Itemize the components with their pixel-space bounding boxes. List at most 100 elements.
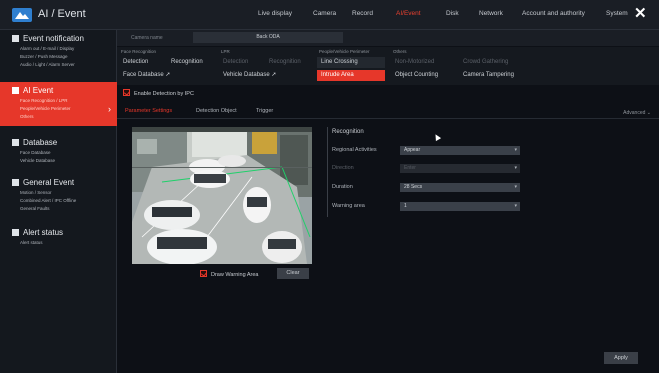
camera-tampering-button[interactable]: Camera Tampering bbox=[459, 70, 539, 81]
advanced-dropdown[interactable]: Advanced ⌄ bbox=[623, 110, 651, 116]
duration-label: Duration bbox=[332, 184, 353, 190]
regional-activities-label: Regional Activities bbox=[332, 147, 377, 153]
nav-account-authority[interactable]: Account and authority bbox=[522, 10, 585, 17]
sidebar-item-face-recognition-lpr[interactable]: Face Recognition / LPR bbox=[20, 98, 68, 103]
draw-warning-area-label: Draw Warning Area bbox=[211, 272, 259, 278]
crowd-gathering-button[interactable]: Crowd Gathering bbox=[459, 57, 525, 68]
sidebar-section-ai-event[interactable]: AI Event Face Recognition / LPR People/V… bbox=[0, 82, 117, 126]
sidebar-item-audio-light[interactable]: Audio / Light / Alarm Server bbox=[20, 62, 75, 67]
lpr-detection-button[interactable]: Detection bbox=[219, 57, 263, 68]
tab-parameter-settings[interactable]: Parameter Settings bbox=[125, 108, 172, 114]
sidebar-item-face-database[interactable]: Face Database bbox=[20, 150, 51, 155]
clear-button[interactable]: Clear bbox=[277, 268, 309, 279]
draw-warning-area-checkbox[interactable] bbox=[200, 270, 207, 277]
duration-select[interactable]: 28 Secs ▾ bbox=[400, 183, 520, 192]
sidebar-item-combined-alert[interactable]: Combined Alert / IPC Offline bbox=[20, 198, 76, 203]
duration-value: 28 Secs bbox=[404, 184, 423, 190]
camera-name-label: Camera name bbox=[131, 35, 163, 41]
sidebar-section-title: General Event bbox=[23, 178, 75, 187]
camera-row: Camera name Back ODA bbox=[117, 30, 659, 46]
bell-icon bbox=[12, 35, 19, 42]
sidebar-section-alert-status[interactable]: Alert status Alert status bbox=[0, 226, 117, 250]
category-title: Face Recognition bbox=[121, 49, 157, 54]
line-crossing-button[interactable]: Line Crossing bbox=[317, 57, 385, 68]
face-detection-button[interactable]: Detection bbox=[119, 57, 165, 68]
sidebar-item-alarm-out[interactable]: Alarm out / E-mail / Display bbox=[20, 46, 74, 51]
sidebar-item-motion-sensor[interactable]: Motion / Sensor bbox=[20, 190, 52, 195]
sidebar-item-buzzer[interactable]: Buzzer / Push Message bbox=[20, 54, 68, 59]
nav-ai-event[interactable]: AI/Event bbox=[396, 10, 421, 17]
regional-activities-value: Appear bbox=[404, 147, 421, 153]
nav-live-display[interactable]: Live display bbox=[258, 10, 292, 17]
camera-select[interactable]: Back ODA bbox=[193, 32, 343, 43]
apply-button[interactable]: Apply bbox=[604, 352, 638, 364]
chevron-down-icon: ⌄ bbox=[646, 110, 651, 116]
nav-network[interactable]: Network bbox=[479, 10, 503, 17]
nav-system[interactable]: System bbox=[606, 10, 628, 17]
link-arrow-icon: ➚ bbox=[165, 72, 171, 78]
app-logo-icon bbox=[12, 8, 32, 22]
nav-disk[interactable]: Disk bbox=[446, 10, 459, 17]
chevron-down-icon: ▾ bbox=[514, 203, 517, 209]
sidebar-section-title: Event notification bbox=[23, 34, 84, 43]
close-icon[interactable]: ✕ bbox=[634, 6, 647, 22]
category-title: People/Vehicle Perimeter bbox=[319, 49, 370, 54]
database-icon bbox=[12, 139, 19, 146]
category-lpr: LPR Detection Recognition Vehicle Databa… bbox=[217, 47, 313, 85]
sidebar-item-general-faults[interactable]: General Faults bbox=[20, 206, 50, 211]
face-database-button[interactable]: Face Database ➚ bbox=[119, 70, 213, 81]
tab-detection-object[interactable]: Detection Object bbox=[196, 108, 237, 114]
tab-bar: Parameter Settings Detection Object Trig… bbox=[117, 105, 659, 119]
enable-detection-row: Enable Detection by IPC bbox=[123, 89, 194, 97]
direction-select[interactable]: Enter ▾ bbox=[400, 164, 520, 173]
divider bbox=[327, 127, 328, 217]
camera-preview[interactable] bbox=[132, 127, 312, 264]
sidebar-section-general-event[interactable]: General Event Motion / Sensor Combined A… bbox=[0, 176, 117, 218]
section-title: Recognition bbox=[332, 129, 364, 135]
category-title: Others bbox=[393, 49, 407, 54]
nav-camera[interactable]: Camera bbox=[313, 10, 336, 17]
warning-area-label: Warning area bbox=[332, 203, 365, 209]
direction-label: Direction bbox=[332, 165, 354, 171]
sidebar-item-vehicle-database[interactable]: Vehicle Database bbox=[20, 158, 55, 163]
face-recognition-button[interactable]: Recognition bbox=[167, 57, 213, 68]
object-counting-button[interactable]: Object Counting bbox=[391, 70, 457, 81]
sidebar-section-title: Alert status bbox=[23, 228, 64, 237]
sidebar-item-alert-status[interactable]: Alert status bbox=[20, 240, 43, 245]
category-row: Face Recognition Detection Recognition F… bbox=[117, 47, 659, 85]
advanced-label: Advanced bbox=[623, 110, 646, 116]
vehicle-database-label: Vehicle Database bbox=[223, 72, 270, 78]
general-event-icon bbox=[12, 179, 19, 186]
face-database-label: Face Database bbox=[123, 72, 164, 78]
sidebar: Event notification Alarm out / E-mail / … bbox=[0, 30, 117, 373]
sidebar-item-others[interactable]: Others bbox=[20, 114, 34, 119]
tab-trigger[interactable]: Trigger bbox=[256, 108, 273, 114]
intrude-area-button[interactable]: Intrude Area bbox=[317, 70, 385, 81]
lpr-recognition-button[interactable]: Recognition bbox=[265, 57, 311, 68]
regional-activities-select[interactable]: Appear ▾ bbox=[400, 146, 520, 155]
camera-preview-scene bbox=[132, 127, 312, 264]
sidebar-item-people-vehicle-perimeter[interactable]: People/Vehicle Perimeter bbox=[20, 106, 71, 111]
warning-area-select[interactable]: 1 ▾ bbox=[400, 202, 520, 211]
nav-record[interactable]: Record bbox=[352, 10, 373, 17]
non-motorized-button[interactable]: Non-Motorized bbox=[391, 57, 457, 68]
draw-warning-area-row: Draw Warning Area bbox=[200, 270, 258, 278]
vehicle-database-button[interactable]: Vehicle Database ➚ bbox=[219, 70, 311, 81]
enable-detection-label: Enable Detection by IPC bbox=[134, 91, 194, 97]
alert-icon bbox=[12, 229, 19, 236]
sidebar-section-title: Database bbox=[23, 138, 58, 147]
chevron-down-icon: ▾ bbox=[514, 165, 517, 171]
enable-detection-checkbox[interactable] bbox=[123, 89, 130, 96]
category-others: Others Non-Motorized Crowd Gathering Obj… bbox=[389, 47, 659, 85]
sidebar-section-event-notification[interactable]: Event notification Alarm out / E-mail / … bbox=[0, 30, 117, 80]
sidebar-section-database[interactable]: Database Face Database Vehicle Database bbox=[0, 136, 117, 170]
link-arrow-icon: ➚ bbox=[271, 72, 277, 78]
category-perimeter: People/Vehicle Perimeter Line Crossing I… bbox=[315, 47, 387, 85]
main-panel: Camera name Back ODA Face Recognition De… bbox=[117, 30, 659, 373]
category-title: LPR bbox=[221, 49, 230, 54]
page-title: AI / Event bbox=[38, 8, 86, 20]
chevron-down-icon: ▾ bbox=[514, 147, 517, 153]
sidebar-section-title: AI Event bbox=[23, 86, 54, 95]
chevron-down-icon: ▾ bbox=[514, 184, 517, 190]
top-bar: AI / Event Live display Camera Record AI… bbox=[0, 0, 659, 30]
